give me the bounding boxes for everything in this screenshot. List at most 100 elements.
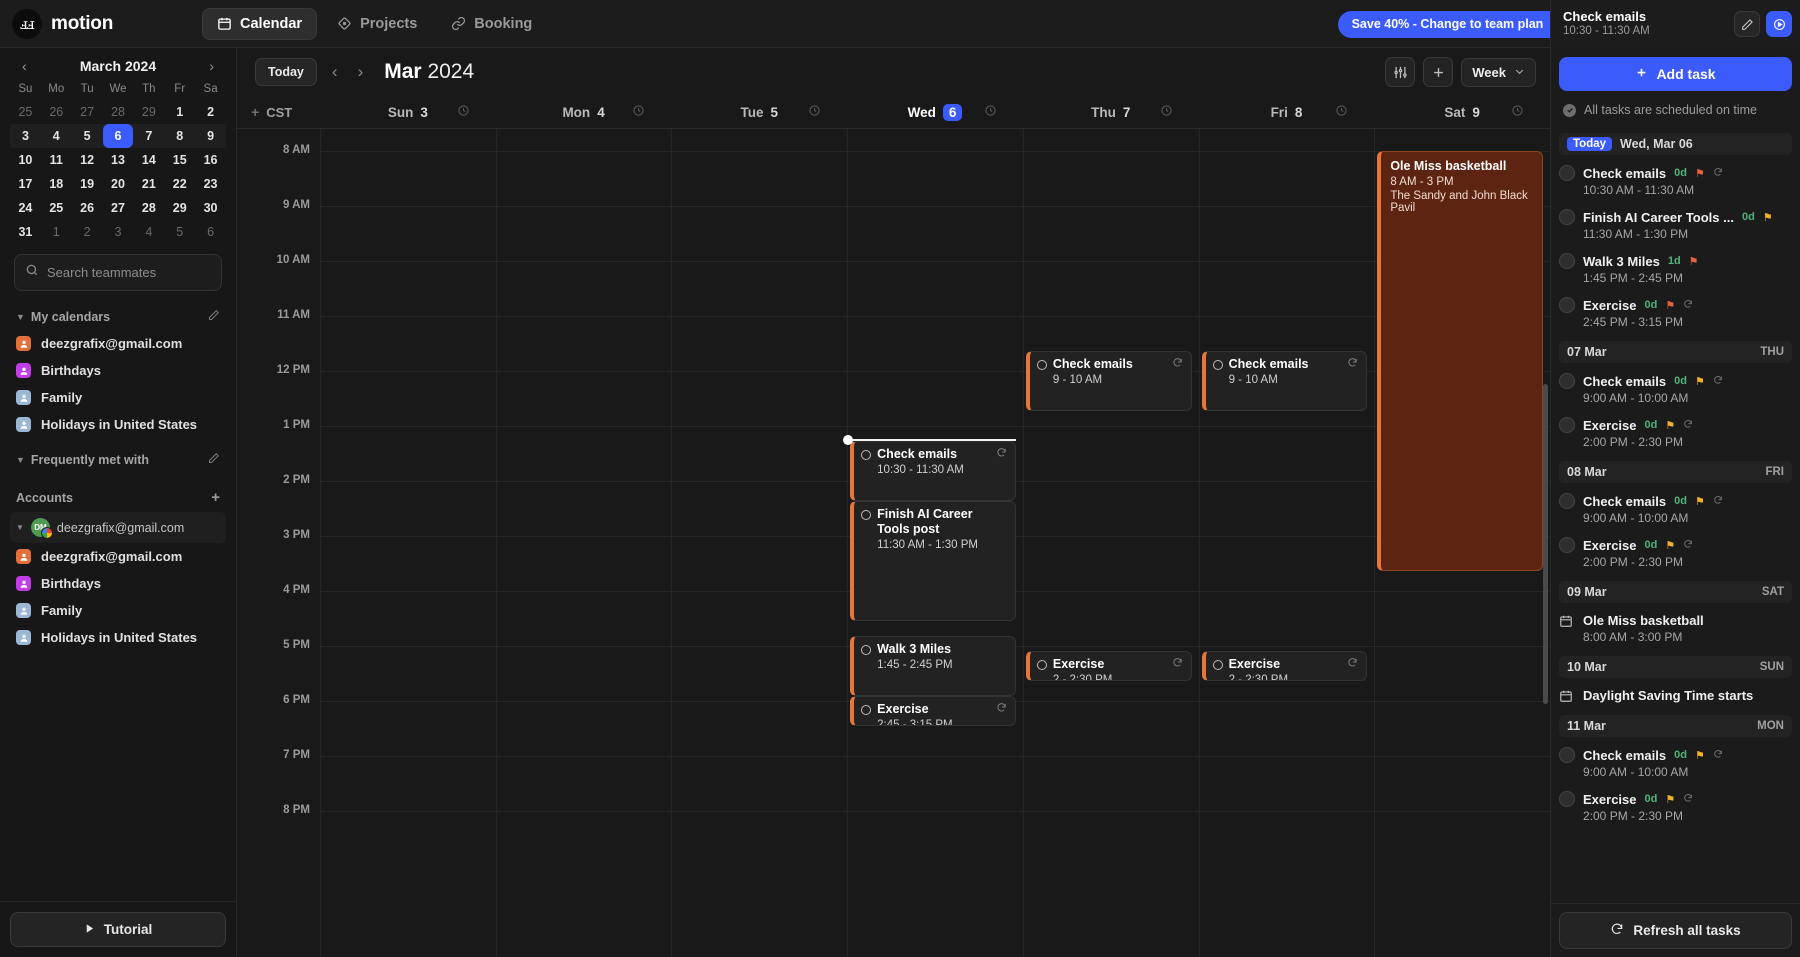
task-complete-checkbox[interactable]: [1559, 791, 1575, 807]
event-complete-checkbox[interactable]: [861, 510, 871, 520]
search-teammates-input[interactable]: [47, 265, 211, 280]
mini-day-18[interactable]: 18: [41, 172, 72, 196]
mini-day-28[interactable]: 28: [103, 100, 134, 124]
mini-day-10[interactable]: 10: [10, 148, 41, 172]
event-complete-checkbox[interactable]: [1213, 660, 1223, 670]
my-calendar-item-2[interactable]: Family: [10, 384, 226, 411]
task-list-item[interactable]: Daylight Saving Time starts: [1559, 682, 1792, 709]
task-list-item[interactable]: Ole Miss basketball8:00 AM - 3:00 PM: [1559, 607, 1792, 650]
task-list-item[interactable]: Check emails0d⚑9:00 AM - 10:00 AM: [1559, 487, 1792, 531]
clock-icon[interactable]: [808, 104, 821, 120]
sliders-icon[interactable]: [1385, 57, 1415, 87]
my-calendar-item-1[interactable]: Birthdays: [10, 357, 226, 384]
my-calendars-header[interactable]: ▼ My calendars: [10, 295, 226, 330]
mini-day-27[interactable]: 27: [72, 100, 103, 124]
mini-day-6[interactable]: 6: [195, 220, 226, 244]
brand[interactable]: ⅎⅎ motion: [12, 9, 202, 39]
day-column-tue[interactable]: [671, 129, 847, 957]
task-list[interactable]: TodayWed, Mar 06Check emails0d⚑10:30 AM …: [1551, 127, 1800, 903]
event-complete-checkbox[interactable]: [1037, 360, 1047, 370]
event-complete-checkbox[interactable]: [1213, 360, 1223, 370]
task-list-item[interactable]: Check emails0d⚑9:00 AM - 10:00 AM: [1559, 367, 1792, 411]
mini-week-row[interactable]: 17181920212223: [10, 172, 226, 196]
mini-day-13[interactable]: 13: [103, 148, 134, 172]
mini-day-26[interactable]: 26: [72, 196, 103, 220]
mini-day-28[interactable]: 28: [133, 196, 164, 220]
mini-day-20[interactable]: 20: [103, 172, 134, 196]
event-complete-checkbox[interactable]: [861, 705, 871, 715]
calendar-event[interactable]: Ole Miss basketball8 AM - 3 PMThe Sandy …: [1377, 151, 1543, 571]
mini-day-14[interactable]: 14: [133, 148, 164, 172]
mini-day-7[interactable]: 7: [133, 124, 164, 148]
clock-icon[interactable]: [457, 104, 470, 120]
edit-icon[interactable]: [208, 452, 220, 467]
mini-week-row[interactable]: 31123456: [10, 220, 226, 244]
mini-day-9[interactable]: 9: [195, 124, 226, 148]
day-column-mon[interactable]: [496, 129, 672, 957]
mini-day-1[interactable]: 1: [41, 220, 72, 244]
day-column-thu[interactable]: Check emails9 - 10 AMExercise2 - 2:30 PM: [1023, 129, 1199, 957]
calendar-event[interactable]: Check emails10:30 - 11:30 AM: [850, 441, 1016, 501]
task-complete-checkbox[interactable]: [1559, 373, 1575, 389]
mini-day-8[interactable]: 8: [164, 124, 195, 148]
mini-day-12[interactable]: 12: [72, 148, 103, 172]
day-header-tue[interactable]: Tue5: [671, 104, 847, 121]
nav-item-calendar[interactable]: Calendar: [202, 8, 317, 40]
mini-next-month-button[interactable]: ›: [205, 58, 218, 74]
calendar-event[interactable]: Check emails9 - 10 AM: [1202, 351, 1368, 411]
timezone-cell[interactable]: + CST: [237, 104, 320, 120]
mini-week-row[interactable]: 3456789: [10, 124, 226, 148]
clock-icon[interactable]: [632, 104, 645, 120]
mini-day-30[interactable]: 30: [195, 196, 226, 220]
task-list-item[interactable]: Exercise0d⚑2:00 PM - 2:30 PM: [1559, 411, 1792, 455]
calendar-scrollbar[interactable]: [1543, 384, 1548, 704]
task-list-item[interactable]: Check emails0d⚑10:30 AM - 11:30 AM: [1559, 159, 1792, 203]
my-calendar-item-0[interactable]: deezgrafix@gmail.com: [10, 330, 226, 357]
mini-day-15[interactable]: 15: [164, 148, 195, 172]
mini-day-25[interactable]: 25: [10, 100, 41, 124]
task-list-item[interactable]: Finish AI Career Tools ...0d⚑11:30 AM - …: [1559, 203, 1792, 247]
mini-day-24[interactable]: 24: [10, 196, 41, 220]
clock-icon[interactable]: [1160, 104, 1173, 120]
mini-day-23[interactable]: 23: [195, 172, 226, 196]
day-header-fri[interactable]: Fri8: [1199, 104, 1375, 121]
event-complete-checkbox[interactable]: [1037, 660, 1047, 670]
mini-day-6[interactable]: 6: [103, 124, 134, 148]
calendar-event[interactable]: Exercise2 - 2:30 PM: [1202, 651, 1368, 681]
mini-day-1[interactable]: 1: [164, 100, 195, 124]
add-account-button[interactable]: +: [211, 489, 220, 506]
day-header-wed[interactable]: Wed6: [847, 104, 1023, 121]
clock-icon[interactable]: [1335, 104, 1348, 120]
edit-icon[interactable]: [1734, 11, 1760, 37]
clock-icon[interactable]: [1511, 104, 1524, 120]
add-event-button[interactable]: [1423, 57, 1453, 87]
day-column-sun[interactable]: [320, 129, 496, 957]
mini-day-2[interactable]: 2: [195, 100, 226, 124]
mini-day-29[interactable]: 29: [164, 196, 195, 220]
task-complete-checkbox[interactable]: [1559, 297, 1575, 313]
view-selector[interactable]: Week: [1461, 58, 1536, 87]
day-header-sun[interactable]: Sun3: [320, 104, 496, 121]
nav-item-projects[interactable]: Projects: [323, 9, 431, 39]
edit-icon[interactable]: [208, 309, 220, 324]
account-calendar-item-3[interactable]: Holidays in United States: [10, 624, 226, 651]
next-week-button[interactable]: ›: [353, 62, 369, 82]
task-list-item[interactable]: Exercise0d⚑2:00 PM - 2:30 PM: [1559, 785, 1792, 829]
mini-day-16[interactable]: 16: [195, 148, 226, 172]
mini-day-4[interactable]: 4: [133, 220, 164, 244]
task-list-item[interactable]: Exercise0d⚑2:00 PM - 2:30 PM: [1559, 531, 1792, 575]
mini-day-4[interactable]: 4: [41, 124, 72, 148]
prev-week-button[interactable]: ‹: [327, 62, 343, 82]
day-header-sat[interactable]: Sat9: [1374, 104, 1550, 121]
add-timezone-icon[interactable]: +: [251, 104, 259, 120]
mini-day-31[interactable]: 31: [10, 220, 41, 244]
add-task-button[interactable]: Add task: [1559, 57, 1792, 91]
mini-week-row[interactable]: 252627282912: [10, 100, 226, 124]
task-list-item[interactable]: Walk 3 Miles1d⚑1:45 PM - 2:45 PM: [1559, 247, 1792, 291]
task-complete-checkbox[interactable]: [1559, 493, 1575, 509]
calendar-event[interactable]: Walk 3 Miles1:45 - 2:45 PM: [850, 636, 1016, 696]
task-complete-checkbox[interactable]: [1559, 165, 1575, 181]
task-complete-checkbox[interactable]: [1559, 747, 1575, 763]
account-row-primary[interactable]: ▼ DM deezgrafix@gmail.com: [10, 512, 226, 543]
today-button[interactable]: Today: [255, 58, 317, 86]
